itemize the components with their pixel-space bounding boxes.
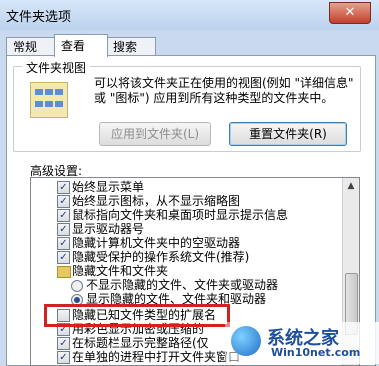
radio-button[interactable]: [71, 280, 83, 292]
setting-label: 始终显示图标，从不显示缩略图: [72, 194, 241, 208]
watermark: 系统之家 Win10net.com: [225, 322, 379, 364]
setting-label: 不显示隐藏的文件、文件夹或驱动器: [86, 278, 279, 292]
checkbox[interactable]: ✓: [57, 337, 70, 350]
close-icon: ✕: [344, 5, 356, 20]
setting-label: 隐藏受保护的操作系统文件(推荐): [72, 250, 250, 264]
checkbox[interactable]: ✓: [57, 181, 70, 194]
setting-label: 隐藏文件和文件夹: [72, 264, 169, 278]
title-bar: 文件夹选项 ✕: [0, 0, 379, 30]
checkbox[interactable]: ✓: [57, 209, 70, 222]
setting-label: 在单独的进程中打开文件夹窗口: [72, 350, 241, 364]
close-button[interactable]: ✕: [329, 2, 371, 24]
apply-to-folders-button[interactable]: 应用到文件夹(L): [99, 122, 211, 146]
checkbox[interactable]: ✓: [57, 223, 70, 236]
tab-view[interactable]: 查看: [54, 34, 108, 57]
folder-views-title: 文件夹视图: [22, 59, 91, 76]
setting-label: 显示驱动器号: [72, 222, 145, 236]
scroll-up-icon[interactable]: ▲: [343, 178, 359, 194]
reset-folders-button[interactable]: 重置文件夹(R): [229, 122, 347, 146]
tab-strip: 常规 查看 搜索: [6, 34, 376, 57]
checkbox[interactable]: ✓: [57, 351, 70, 364]
setting-label: 鼠标指向文件夹和桌面项时显示提示信息: [72, 208, 289, 222]
folder-views-description: 可以将该文件夹正在使用的视图(例如 "详细信息" 或 "图标") 应用到所有这种…: [94, 76, 354, 105]
folder-view-icon: [30, 82, 68, 118]
setting-label: 隐藏计算机文件夹中的空驱动器: [72, 236, 241, 250]
tab-search[interactable]: 搜索: [106, 37, 156, 57]
highlight-annotation: [44, 304, 230, 327]
watermark-url: Win10net.com: [271, 346, 361, 359]
checkbox[interactable]: ✓: [57, 251, 70, 264]
folder-icon: [57, 266, 71, 278]
watermark-logo-icon: [231, 326, 261, 356]
checkbox[interactable]: ✓: [57, 195, 70, 208]
checkbox[interactable]: ✓: [57, 237, 70, 250]
tab-general[interactable]: 常规: [6, 37, 56, 57]
setting-label: 始终显示菜单: [72, 180, 145, 194]
window-title: 文件夹选项: [6, 10, 72, 25]
setting-label: 在标题栏显示完整路径(仅: [72, 336, 209, 350]
